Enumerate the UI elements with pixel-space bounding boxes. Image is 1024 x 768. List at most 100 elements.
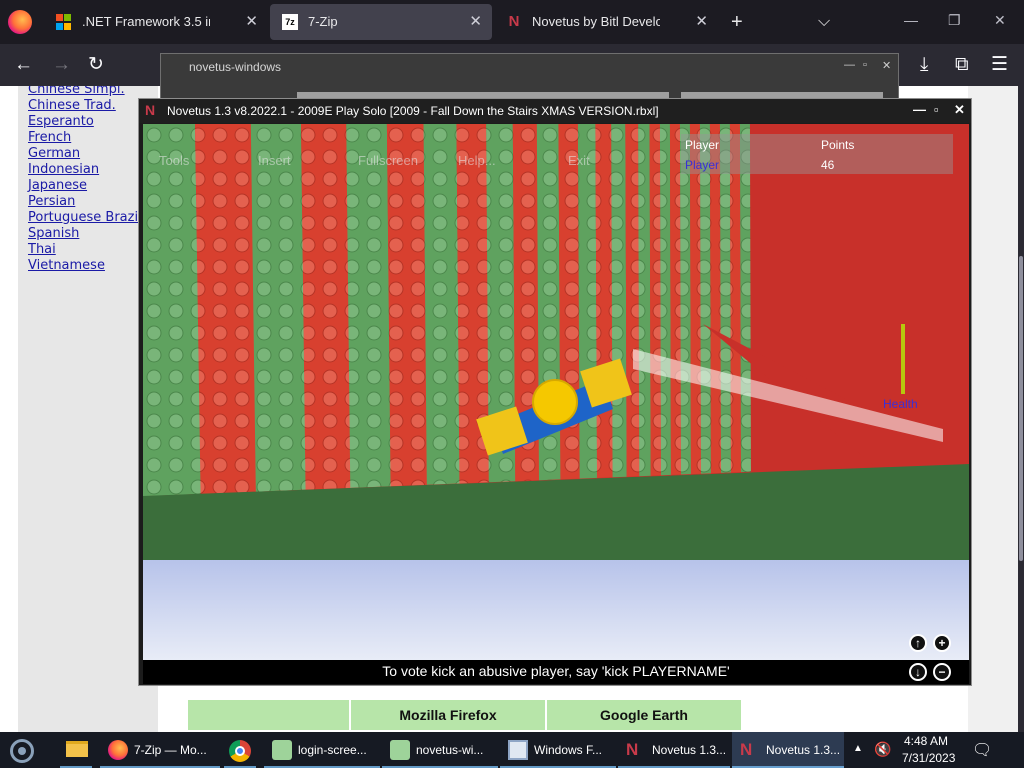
downloads-icon[interactable]: ⤓ [920, 53, 928, 77]
list-all-tabs-button[interactable]: ⌵ [818, 10, 830, 34]
camera-down-button[interactable]: ↓ [909, 663, 927, 681]
maximize-button[interactable]: ▫ [934, 102, 939, 117]
stair-stripe [595, 124, 613, 478]
menu-help[interactable]: Help... [458, 153, 496, 168]
minimize-button[interactable]: — [844, 59, 855, 71]
download-table: Mozilla Firefox Google Earth [188, 700, 741, 730]
reload-button[interactable]: ↻ [88, 53, 104, 77]
clock-date[interactable]: 7/31/2023 [902, 751, 955, 765]
game-title-bar: N Novetus 1.3 v8.2022.1 - 2009E Play Sol… [139, 99, 971, 123]
taskbar-label: Novetus 1.3... [652, 743, 727, 757]
leaderboard: Player Points Player 46 [681, 134, 953, 174]
novetus-icon: N [508, 13, 520, 30]
forward-button[interactable]: → [52, 53, 71, 77]
novetus-icon: N [626, 740, 639, 759]
tab-dotnet[interactable]: .NET Framework 3.5 installation ✕ [44, 4, 268, 40]
leaderboard-player-points: 46 [821, 158, 835, 172]
microsoft-icon [56, 14, 72, 30]
notepadpp-icon [272, 740, 292, 760]
menu-exit[interactable]: Exit [568, 153, 590, 168]
leaderboard-points-header: Points [821, 138, 855, 152]
taskbar-file-explorer[interactable] [56, 732, 96, 768]
language-link[interactable]: Persian [28, 194, 142, 210]
new-tab-button[interactable]: + [731, 10, 743, 34]
stair-stripe [719, 124, 731, 473]
taskbar-item-windows-features[interactable]: Windows F... [500, 732, 616, 768]
close-button[interactable]: ✕ [882, 59, 891, 72]
zoom-in-button[interactable]: + [933, 634, 951, 652]
novetus-game-window[interactable]: N Novetus 1.3 v8.2022.1 - 2009E Play Sol… [138, 98, 972, 686]
menu-fullscreen[interactable]: Fullscreen [358, 153, 418, 168]
browser-tab-strip: .NET Framework 3.5 installation ✕ 7z 7-Z… [0, 0, 1024, 44]
stair-stripe [250, 124, 307, 492]
minimize-window-button[interactable]: — [904, 12, 918, 28]
close-button[interactable]: ✕ [954, 102, 965, 118]
taskbar-item-novetus-2[interactable]: N Novetus 1.3... [732, 732, 844, 768]
download-cell-firefox[interactable]: Mozilla Firefox [351, 700, 545, 730]
page-scrollbar[interactable] [1018, 86, 1024, 732]
language-link[interactable]: Vietnamese [28, 258, 142, 274]
taskbar-label: novetus-wi... [416, 743, 484, 757]
stair-stripe [423, 124, 460, 485]
notification-icon[interactable]: 🗨 [972, 740, 992, 760]
language-link[interactable]: Esperanto [28, 114, 142, 130]
clock-time[interactable]: 4:48 AM [904, 734, 948, 748]
stair-stripe [729, 124, 741, 473]
language-link[interactable]: Spanish [28, 226, 142, 242]
staircase-stripes [143, 124, 751, 497]
page-right-margin [968, 86, 1018, 732]
extensions-icon[interactable]: ⧉ [955, 53, 969, 77]
novetus-icon: N [145, 102, 156, 118]
stair-stripe [649, 124, 661, 476]
language-link[interactable]: Indonesian [28, 162, 142, 178]
language-link[interactable]: Chinese Simpl. [28, 86, 142, 98]
game-viewport[interactable]: Tools Insert Fullscreen Help... Exit Pla… [143, 124, 969, 660]
menu-icon[interactable]: ☰ [991, 53, 1008, 77]
language-link[interactable]: German [28, 146, 142, 162]
novetus-windows-window[interactable]: novetus-windows — ▫ ✕ [160, 53, 899, 104]
show-hidden-icons-button[interactable]: ▲ [853, 743, 863, 754]
back-button[interactable]: ← [14, 53, 33, 77]
taskbar-label: 7-Zip — Mo... [134, 743, 207, 757]
tab-7zip[interactable]: 7z 7-Zip ✕ [270, 4, 492, 40]
tab-novetus[interactable]: N Novetus by Bitl Development Studio ✕ [494, 4, 718, 40]
scrollbar-thumb[interactable] [1019, 256, 1023, 561]
game-menu-bar: Tools Insert Fullscreen Help... Exit [147, 150, 687, 172]
language-link[interactable]: Portuguese Brazil [28, 210, 142, 226]
taskbar-item-login-screen[interactable]: login-scree... [264, 732, 380, 768]
taskbar-item-novetus-1[interactable]: N Novetus 1.3... [618, 732, 730, 768]
menu-tools[interactable]: Tools [159, 153, 189, 168]
stair-stripe [699, 124, 711, 474]
maximize-button[interactable]: ▫ [863, 59, 867, 71]
maximize-window-button[interactable]: ❐ [948, 12, 961, 29]
taskbar-item-chrome[interactable] [220, 732, 260, 768]
leaderboard-player-header: Player [685, 138, 720, 152]
minimize-button[interactable]: — [913, 102, 926, 117]
language-link[interactable]: Chinese Trad. [28, 98, 142, 114]
speaker-muted-icon[interactable]: 🔇 [874, 741, 891, 758]
close-tab-icon[interactable]: ✕ [245, 4, 258, 40]
tab-label: .NET Framework 3.5 installation [82, 14, 210, 29]
close-tab-icon[interactable]: ✕ [469, 4, 482, 40]
zoom-out-button[interactable]: − [933, 663, 951, 681]
window-title: novetus-windows [189, 60, 282, 74]
menu-insert[interactable]: Insert [258, 153, 291, 168]
start-button-icon[interactable] [10, 739, 34, 763]
taskbar-item-novetus-windows[interactable]: novetus-wi... [382, 732, 498, 768]
stair-stripe [301, 124, 351, 490]
close-window-button[interactable]: ✕ [994, 12, 1006, 29]
camera-up-button[interactable]: ↑ [909, 634, 927, 652]
stair-stripe [739, 124, 751, 473]
language-list: Chinese Simpl. Chinese Trad. Esperanto Fren… [28, 86, 142, 274]
stair-stripe [625, 124, 640, 477]
close-tab-icon[interactable]: ✕ [695, 4, 708, 40]
game-window-title: Novetus 1.3 v8.2022.1 - 2009E Play Solo … [167, 104, 659, 118]
taskbar-item-firefox[interactable]: 7-Zip — Mo... [100, 732, 220, 768]
language-link[interactable]: Thai [28, 242, 142, 258]
language-link[interactable]: Japanese [28, 178, 142, 194]
stair-stripe [679, 124, 691, 475]
download-cell-google-earth[interactable]: Google Earth [547, 700, 741, 730]
7zip-icon: 7z [282, 14, 298, 30]
language-link[interactable]: French [28, 130, 142, 146]
folder-icon [66, 741, 88, 757]
